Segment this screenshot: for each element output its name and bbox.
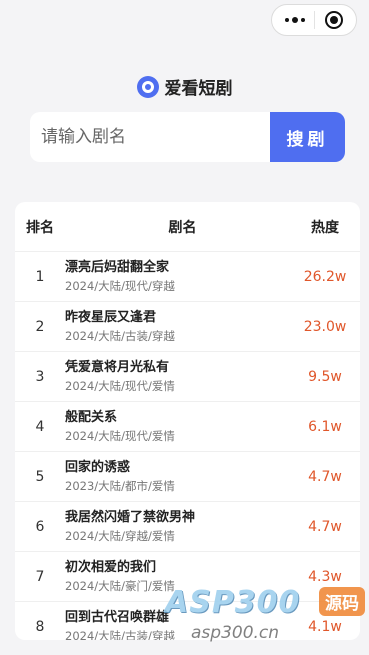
drama-title[interactable]: 昨夜星辰又逢君	[65, 308, 290, 328]
row-title-cell: 初次相爱的我们 2024/大陆/豪门/爱情	[65, 558, 290, 595]
ranking-table: 排名 剧名 热度 1 漂亮后妈甜翻全家 2024/大陆/现代/穿越 26.2w 2 昨夜星…	[15, 202, 360, 640]
row-heat: 4.3w	[308, 568, 342, 585]
row-heat: 4.1w	[308, 618, 342, 635]
row-rank: 7	[35, 568, 45, 585]
table-row[interactable]: 6 我居然闪婚了禁欲男神 2024/大陆/穿越/爱情 4.7w	[15, 502, 360, 552]
row-heat: 23.0w	[303, 318, 347, 335]
drama-title[interactable]: 回家的诱惑	[65, 458, 290, 478]
table-header: 排名 剧名 热度	[15, 202, 360, 252]
drama-meta: 2024/大陆/穿越/爱情	[65, 529, 175, 543]
table-row[interactable]: 4 般配关系 2024/大陆/现代/爱情 6.1w	[15, 402, 360, 452]
row-rank: 4	[35, 418, 45, 435]
row-heat: 9.5w	[308, 368, 342, 385]
table-row[interactable]: 1 漂亮后妈甜翻全家 2024/大陆/现代/穿越 26.2w	[15, 252, 360, 302]
search-bar: 搜剧	[30, 112, 345, 162]
row-rank: 1	[35, 268, 45, 285]
drama-title[interactable]: 我居然闪婚了禁欲男神	[65, 508, 290, 528]
brand-header: 爱看短剧	[0, 74, 369, 99]
drama-meta: 2024/大陆/现代/爱情	[65, 429, 175, 443]
row-title-cell: 我居然闪婚了禁欲男神 2024/大陆/穿越/爱情	[65, 508, 290, 545]
table-row[interactable]: 2 昨夜星辰又逢君 2024/大陆/古装/穿越 23.0w	[15, 302, 360, 352]
more-icon[interactable]	[284, 17, 305, 23]
table-row[interactable]: 3 凭爱意将月光私有 2024/大陆/现代/爱情 9.5w	[15, 352, 360, 402]
drama-meta: 2024/大陆/豪门/爱情	[65, 579, 175, 593]
row-rank: 6	[35, 518, 45, 535]
header-heat: 热度	[311, 219, 339, 236]
search-button[interactable]: 搜剧	[270, 112, 345, 162]
drama-title[interactable]: 般配关系	[65, 408, 290, 428]
brand-name: 爱看短剧	[164, 79, 233, 99]
drama-title[interactable]: 初次相爱的我们	[65, 558, 290, 578]
table-body: 1 漂亮后妈甜翻全家 2024/大陆/现代/穿越 26.2w 2 昨夜星辰又逢君 2024/…	[15, 252, 360, 640]
capsule-divider	[314, 11, 316, 29]
drama-title[interactable]: 凭爱意将月光私有	[65, 358, 290, 378]
drama-meta: 2024/大陆/古装/穿越	[65, 629, 175, 640]
drama-meta: 2024/大陆/现代/穿越	[65, 279, 175, 293]
close-target-icon[interactable]	[325, 11, 344, 29]
row-title-cell: 漂亮后妈甜翻全家 2024/大陆/现代/穿越	[65, 258, 290, 295]
row-title-cell: 回家的诱惑 2023/大陆/都市/爱情	[65, 458, 290, 495]
mini-program-capsule	[271, 4, 357, 36]
row-heat: 6.1w	[308, 418, 342, 435]
header-rank: 排名	[26, 219, 54, 236]
row-title-cell: 回到古代召唤群雄 2024/大陆/古装/穿越	[65, 608, 290, 640]
row-title-cell: 般配关系 2024/大陆/现代/爱情	[65, 408, 290, 445]
table-row[interactable]: 7 初次相爱的我们 2024/大陆/豪门/爱情 4.3w	[15, 552, 360, 602]
search-input[interactable]	[30, 112, 270, 162]
row-rank: 8	[35, 618, 45, 635]
drama-title[interactable]: 漂亮后妈甜翻全家	[65, 258, 290, 278]
drama-meta: 2024/大陆/现代/爱情	[65, 379, 175, 393]
drama-meta: 2024/大陆/古装/穿越	[65, 329, 175, 343]
header-title: 剧名	[168, 219, 197, 236]
row-title-cell: 昨夜星辰又逢君 2024/大陆/古装/穿越	[65, 308, 290, 345]
row-rank: 3	[35, 368, 45, 385]
row-heat: 4.7w	[308, 518, 342, 535]
row-heat: 4.7w	[308, 468, 342, 485]
table-row[interactable]: 5 回家的诱惑 2023/大陆/都市/爱情 4.7w	[15, 452, 360, 502]
row-rank: 2	[35, 318, 45, 335]
drama-title[interactable]: 回到古代召唤群雄	[65, 608, 290, 628]
drama-meta: 2023/大陆/都市/爱情	[65, 479, 175, 493]
row-heat: 26.2w	[303, 268, 347, 285]
play-circle-icon	[136, 75, 159, 98]
row-rank: 5	[35, 468, 45, 485]
row-title-cell: 凭爱意将月光私有 2024/大陆/现代/爱情	[65, 358, 290, 395]
table-row[interactable]: 8 回到古代召唤群雄 2024/大陆/古装/穿越 4.1w	[15, 602, 360, 640]
